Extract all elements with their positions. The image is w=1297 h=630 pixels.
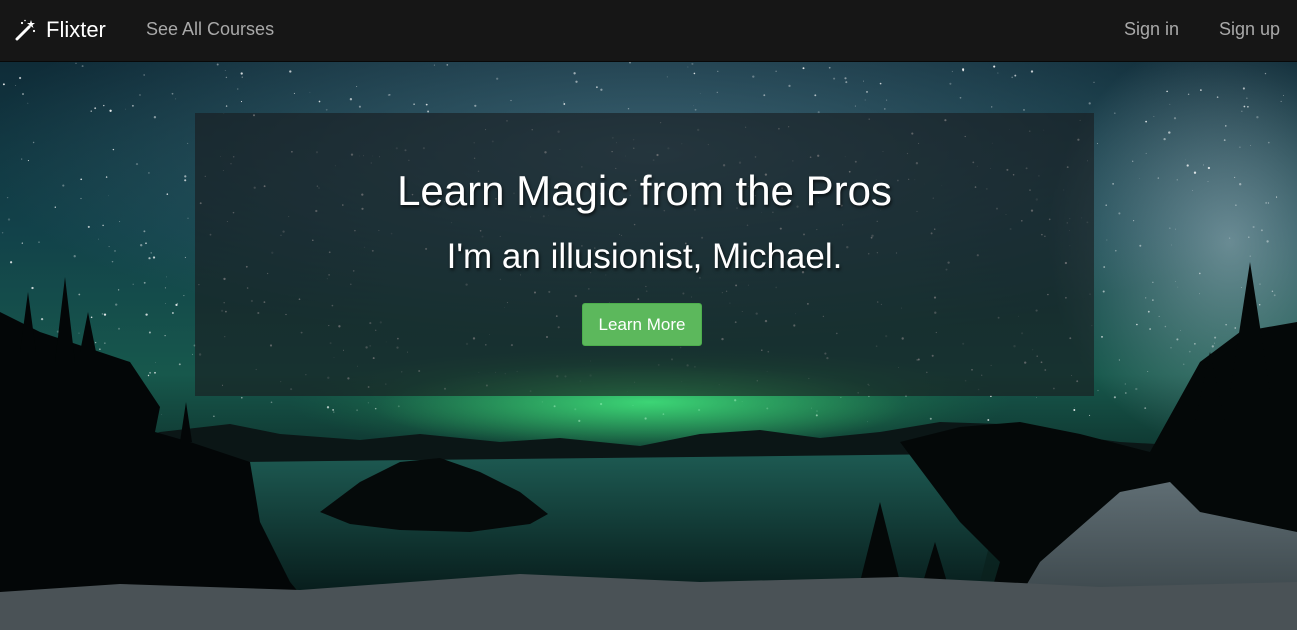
hero-panel: Learn Magic from the Pros I'm an illusio… (195, 113, 1094, 396)
nav-link-all-courses[interactable]: See All Courses (146, 19, 274, 40)
navbar: Flixter See All Courses Sign in Sign up (0, 0, 1297, 62)
brand-link[interactable]: Flixter (14, 14, 106, 46)
nav-link-sign-up[interactable]: Sign up (1219, 19, 1280, 40)
hero-subtitle: I'm an illusionist, Michael. (446, 237, 843, 276)
brand-name: Flixter (46, 17, 106, 42)
nav-link-sign-in[interactable]: Sign in (1124, 19, 1179, 40)
magic-wand-icon (15, 19, 36, 41)
hero-title: Learn Magic from the Pros (397, 167, 892, 214)
page: Flixter See All Courses Sign in Sign up (0, 0, 1297, 630)
learn-more-button[interactable]: Learn More (582, 303, 702, 346)
